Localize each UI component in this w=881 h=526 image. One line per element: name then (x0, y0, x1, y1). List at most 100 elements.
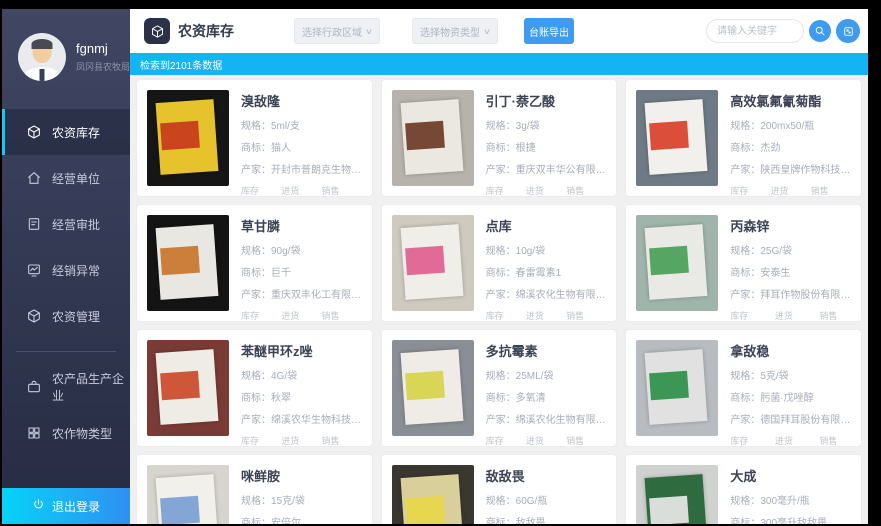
product-photo (636, 90, 718, 186)
product-card[interactable]: 点库 规格：10g/袋 商标：春雷霉素1 产家：绵溪农化生物有限公司 库存 25… (381, 204, 618, 322)
purchase-stat: 进货 25601 (775, 309, 820, 322)
avatar (18, 33, 66, 81)
product-spec: 规格：3g/袋 (486, 117, 607, 132)
module-icon (144, 18, 170, 44)
search-icon (814, 25, 826, 37)
content-area[interactable]: 溴敌隆 规格：5ml/支 商标：猫人 产家：开封市普朗克生物化学有限公司 库存 … (130, 75, 868, 524)
sidebar-item-6[interactable]: 农作物类型 (2, 410, 130, 456)
product-producer: 产家：重庆双丰华公有限公司生产 (486, 161, 607, 176)
product-card[interactable]: 大成 规格：300毫升/瓶 商标：300毫升敌敌畏 (625, 454, 862, 524)
region-filter-select[interactable]: 选择行政区域 ∨ (294, 18, 380, 44)
sidebar-item-3[interactable]: 经销异常 (2, 247, 130, 293)
search-button[interactable] (809, 20, 831, 42)
product-info: 溴敌隆 规格：5ml/支 商标：猫人 产家：开封市普朗克生物化学有限公司 库存 … (241, 90, 362, 186)
product-stats: 库存 2501 进货 2501 销售 0 (486, 184, 607, 197)
product-card-grid: 溴敌隆 规格：5ml/支 商标：猫人 产家：开封市普朗克生物化学有限公司 库存 … (136, 79, 862, 524)
result-count-banner: 检索到2101条数据 (130, 53, 868, 75)
sidebar-item-5[interactable]: 农产品生产企业 (2, 364, 130, 410)
sale-stat: 销售 0 (811, 184, 851, 197)
grid-icon (26, 425, 42, 441)
sidebar-item-label: 农产品生产企业 (52, 370, 130, 404)
box-icon (26, 308, 42, 324)
product-spec: 规格：300毫升/瓶 (730, 492, 851, 507)
product-card[interactable]: 溴敌隆 规格：5ml/支 商标：猫人 产家：开封市普朗克生物化学有限公司 库存 … (136, 79, 373, 197)
box-icon (26, 124, 42, 140)
product-producer: 产家：德国拜耳股份有限公司 (730, 411, 851, 426)
product-brand: 商标：猫人 (241, 139, 362, 154)
ledger-export-button[interactable]: 台账导出 (524, 18, 574, 44)
product-photo-label (649, 121, 689, 151)
sale-stat: 销售 0 (321, 434, 361, 447)
document-icon (26, 216, 42, 232)
sidebar-item-1[interactable]: 经营单位 (2, 155, 130, 201)
product-name: 草甘膦 (241, 216, 362, 235)
main-area: 农资库存 选择行政区域 ∨ 选择物资类型 ∨ 台账导出 (130, 9, 868, 524)
product-info: 多抗霉素 规格：25ML/袋 商标：多氧清 产家：绵溪农化生物有限公司 库存 5… (486, 340, 607, 436)
product-spec: 规格：5克/袋 (730, 367, 851, 382)
product-card[interactable]: 丙森锌 规格：25G/袋 商标：安泰生 产家：拜耳作物股份有限公司 库存 256… (625, 204, 862, 322)
product-photo-label (160, 496, 200, 524)
stock-stat: 库存 200 (241, 309, 281, 322)
stock-stat: 库存 2501 (486, 309, 526, 322)
product-card[interactable]: 高效氯氟氰菊酯 规格：200mx50/瓶 商标：杰劲 产家：陕西皇牌作物科技有限… (625, 79, 862, 197)
purchase-stat: 进货 2501 (526, 184, 566, 197)
product-brand: 商标：秋翠 (241, 389, 362, 404)
product-photo (147, 465, 229, 524)
product-card[interactable]: 苯醚甲环z唑 规格：4G/袋 商标：秋翠 产家：绵溪农华生物科技有限公司 库存 … (136, 329, 373, 447)
logout-button[interactable]: 退出登录 (2, 488, 130, 524)
sidebar-item-0[interactable]: 农资库存 (2, 109, 130, 155)
product-spec: 规格：15克/袋 (241, 492, 362, 507)
purchase-stat: 进货 2501 (281, 434, 321, 447)
product-photo-label (649, 496, 689, 524)
sidebar-item-label: 经销异常 (52, 262, 100, 279)
product-card[interactable]: 草甘膦 规格：90g/袋 商标：巨千 产家：重庆双丰化工有限公司 库存 200 … (136, 204, 373, 322)
chevron-down-icon: ∨ (483, 27, 491, 36)
qr-scan-icon (842, 25, 855, 38)
sidebar-item-label: 经营单位 (52, 170, 100, 187)
qr-scan-button[interactable] (836, 19, 860, 43)
logout-label: 退出登录 (52, 498, 100, 515)
type-filter-select[interactable]: 选择物资类型 ∨ (412, 18, 498, 44)
search-input[interactable] (706, 19, 804, 43)
product-spec: 规格：90g/袋 (241, 242, 362, 257)
product-producer: 产家：开封市普朗克生物化学有限公司 (241, 161, 362, 176)
stock-stat: 库存 51 (486, 434, 526, 447)
sale-stat: 销售 0 (566, 434, 606, 447)
product-card[interactable]: 拿敌稳 规格：5克/袋 商标：肟菌·戊唑醇 产家：德国拜耳股份有限公司 库存 2… (625, 329, 862, 447)
sidebar-menu: 农资库存 经营单位 经营审批 经销异常 农资管理 农产品生产企业 农作物类型 (2, 109, 130, 488)
sidebar: fgnmj 凤冈县农牧局 农资库存 经营单位 经营审批 经销异常 农资管理 农产… (2, 9, 130, 524)
product-info: 咪鲜胺 规格：15克/袋 商标：安倍尔 产家：绵溪农化生物科技有限公司 (241, 465, 362, 524)
result-count-text: 检索到2101条数据 (140, 57, 222, 72)
sidebar-item-4[interactable]: 农资管理 (2, 293, 130, 339)
product-stats: 库存 40 进货 40 销售 0 (730, 184, 851, 197)
product-spec: 规格：10g/袋 (486, 242, 607, 257)
product-spec: 规格：25ML/袋 (486, 367, 607, 382)
product-card[interactable]: 多抗霉素 规格：25ML/袋 商标：多氧清 产家：绵溪农化生物有限公司 库存 5… (381, 329, 618, 447)
product-name: 大成 (730, 466, 851, 485)
product-name: 溴敌隆 (241, 91, 362, 110)
product-spec: 规格：5ml/支 (241, 117, 362, 132)
product-brand: 商标：杰劲 (730, 139, 851, 154)
product-info: 点库 规格：10g/袋 商标：春雷霉素1 产家：绵溪农化生物有限公司 库存 25… (486, 215, 607, 311)
sidebar-item-2[interactable]: 经营审批 (2, 201, 130, 247)
sidebar-item-label: 农资管理 (52, 308, 100, 325)
user-name: fgnmj (76, 41, 126, 56)
product-producer: 产家：陕西皇牌作物科技有限公司 (730, 161, 851, 176)
product-spec: 规格：25G/袋 (730, 242, 851, 257)
avatar-hair (32, 39, 53, 49)
product-photo (392, 215, 474, 311)
sale-stat: 销售 0 (819, 434, 851, 447)
product-card[interactable]: 咪鲜胺 规格：15克/袋 商标：安倍尔 产家：绵溪农化生物科技有限公司 (136, 454, 373, 524)
product-photo (147, 340, 229, 436)
product-spec: 规格：200mx50/瓶 (730, 117, 851, 132)
product-name: 丙森锌 (730, 216, 851, 235)
user-meta: fgnmj 凤冈县农牧局 (76, 41, 126, 73)
chart-icon (26, 262, 42, 278)
product-photo-label (160, 371, 200, 401)
purchase-stat: 进货 200 (281, 309, 321, 322)
product-card[interactable]: 敌敌畏 规格：60G/瓶 商标：敌敌畏 (381, 454, 618, 524)
sale-stat: 销售 0 (819, 309, 851, 322)
product-stats: 库存 400 进货 400 销售 0 (241, 184, 362, 197)
purchase-stat: 进货 2501 (526, 309, 566, 322)
product-card[interactable]: 引丁·萘乙酸 规格：3g/袋 商标：根捷 产家：重庆双丰华公有限公司生产 库存 … (381, 79, 618, 197)
